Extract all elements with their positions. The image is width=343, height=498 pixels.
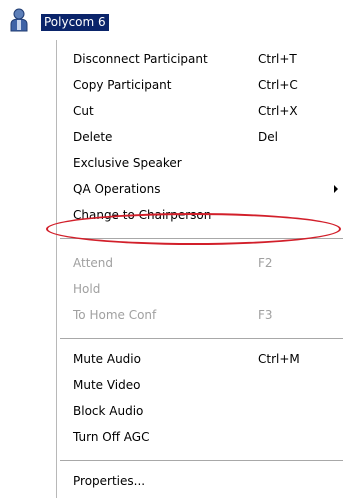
menu-item-shortcut: F2	[258, 256, 273, 270]
menu-item-label: Change to Chairperson	[73, 208, 212, 222]
user-icon	[8, 8, 30, 32]
menu-item-mute-audio[interactable]: Mute Audio Ctrl+M	[57, 346, 343, 372]
menu-item-properties[interactable]: Properties...	[57, 468, 343, 494]
tree-node-row: Polycom 6	[0, 0, 343, 32]
menu-item-shortcut: Del	[258, 130, 278, 144]
menu-item-label: Hold	[73, 282, 101, 296]
menu-item-qa-operations[interactable]: QA Operations	[57, 176, 343, 202]
menu-item-shortcut: Ctrl+C	[258, 78, 298, 92]
menu-item-label: Mute Video	[73, 378, 141, 392]
menu-item-shortcut: Ctrl+X	[258, 104, 298, 118]
menu-item-label: Copy Participant	[73, 78, 172, 92]
menu-item-cut[interactable]: Cut Ctrl+X	[57, 98, 343, 124]
menu-item-label: Turn Off AGC	[73, 430, 150, 444]
menu-item-block-audio[interactable]: Block Audio	[57, 398, 343, 424]
menu-item-shortcut: Ctrl+T	[258, 52, 297, 66]
menu-item-label: Cut	[73, 104, 94, 118]
menu-item-hold: Hold	[57, 276, 343, 302]
menu-item-label: Delete	[73, 130, 113, 144]
menu-item-mute-video[interactable]: Mute Video	[57, 372, 343, 398]
menu-separator	[60, 338, 343, 340]
menu-item-exclusive-speaker[interactable]: Exclusive Speaker	[57, 150, 343, 176]
menu-item-label: Attend	[73, 256, 114, 270]
context-menu: Disconnect Participant Ctrl+T Copy Parti…	[56, 40, 343, 498]
menu-item-label: Exclusive Speaker	[73, 156, 182, 170]
menu-item-change-to-chairperson[interactable]: Change to Chairperson	[57, 202, 343, 228]
menu-item-copy-participant[interactable]: Copy Participant Ctrl+C	[57, 72, 343, 98]
menu-separator	[60, 238, 343, 240]
menu-item-disconnect-participant[interactable]: Disconnect Participant Ctrl+T	[57, 46, 343, 72]
menu-item-label: Block Audio	[73, 404, 144, 418]
menu-item-to-home-conf: To Home Conf F3	[57, 302, 343, 328]
menu-item-turn-off-agc[interactable]: Turn Off AGC	[57, 424, 343, 450]
menu-item-delete[interactable]: Delete Del	[57, 124, 343, 150]
participant-node-label[interactable]: Polycom 6	[41, 14, 109, 31]
menu-item-attend: Attend F2	[57, 250, 343, 276]
menu-item-label: Mute Audio	[73, 352, 141, 366]
menu-item-label: To Home Conf	[73, 308, 157, 322]
menu-separator	[60, 460, 343, 462]
menu-item-label: Properties...	[73, 474, 146, 488]
menu-item-label: QA Operations	[73, 182, 161, 196]
menu-item-shortcut: Ctrl+M	[258, 352, 300, 366]
menu-item-shortcut: F3	[258, 308, 273, 322]
submenu-arrow-icon	[334, 185, 338, 193]
menu-item-label: Disconnect Participant	[73, 52, 208, 66]
